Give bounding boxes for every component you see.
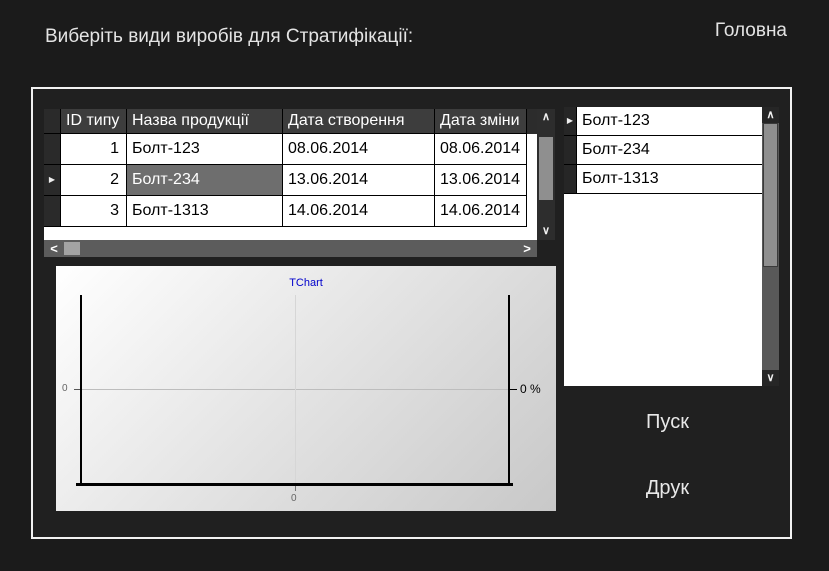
- chart-left-axis: [80, 295, 82, 485]
- row-header[interactable]: ▶: [564, 107, 577, 136]
- page-title: Виберіть види виробів для Стратифікації:: [45, 26, 414, 47]
- row-header[interactable]: [44, 196, 61, 227]
- scroll-down-icon: ∨: [766, 372, 775, 384]
- row-header[interactable]: [564, 165, 577, 194]
- grid-vertical-scrollbar[interactable]: ∧ ∨: [537, 109, 555, 240]
- chart-bottom-tick: [295, 486, 296, 491]
- list-item[interactable]: Болт-1313: [564, 165, 762, 194]
- scroll-left-icon[interactable]: <: [47, 241, 61, 256]
- grid-horizontal-scrollbar[interactable]: < >: [44, 240, 537, 257]
- grid-header-filler: [527, 109, 537, 134]
- cell-created[interactable]: 08.06.2014: [283, 134, 435, 165]
- cell-id[interactable]: 3: [61, 196, 127, 227]
- chart-right-tick: [510, 389, 517, 390]
- chart-title: TChart: [289, 277, 323, 289]
- cell-created[interactable]: 13.06.2014: [283, 165, 435, 196]
- chart-left-tick: [74, 389, 80, 390]
- scroll-right-icon[interactable]: >: [520, 241, 534, 256]
- cell-modified[interactable]: 13.06.2014: [435, 165, 527, 196]
- selection-list-body: ▶ Болт-123 Болт-234 Болт-1313: [564, 107, 762, 386]
- cell-name[interactable]: Болт-123: [127, 134, 283, 165]
- start-button[interactable]: Пуск: [580, 411, 755, 434]
- list-item-label[interactable]: Болт-234: [577, 136, 762, 165]
- list-item-label[interactable]: Болт-1313: [577, 165, 762, 194]
- chart-right-axis-label: 0 %: [520, 382, 541, 396]
- current-row-marker-icon: ▶: [48, 175, 56, 184]
- home-button[interactable]: Головна: [715, 20, 787, 42]
- scroll-up-icon[interactable]: ∧: [537, 111, 555, 123]
- table-row[interactable]: 3 Болт-1313 14.06.2014 14.06.2014: [44, 196, 527, 227]
- row-header[interactable]: [564, 136, 577, 165]
- products-grid: ID типу Назва продукції Дата створення Д…: [44, 109, 555, 257]
- print-button[interactable]: Друк: [580, 477, 755, 500]
- table-row[interactable]: 1 Болт-123 08.06.2014 08.06.2014: [44, 134, 527, 165]
- cell-id[interactable]: 1: [61, 134, 127, 165]
- products-grid-header: ID типу Назва продукції Дата створення Д…: [44, 109, 537, 134]
- products-grid-rows: 1 Болт-123 08.06.2014 08.06.2014 ▶ 2 Бол…: [44, 134, 527, 227]
- cell-modified[interactable]: 14.06.2014: [435, 196, 527, 227]
- tchart-panel: TChart 0 0 % 0: [56, 266, 556, 511]
- column-header-modified[interactable]: Дата зміни: [435, 109, 527, 134]
- list-vertical-scrollbar[interactable]: ∧ ∨: [762, 107, 779, 386]
- list-item[interactable]: Болт-234: [564, 136, 762, 165]
- scroll-down-icon[interactable]: ∨: [537, 225, 555, 237]
- chart-left-axis-label: 0: [62, 383, 68, 394]
- cell-modified[interactable]: 08.06.2014: [435, 134, 527, 165]
- column-header-created[interactable]: Дата створення: [283, 109, 435, 134]
- column-header-name[interactable]: Назва продукції: [127, 109, 283, 134]
- products-grid-body: ID типу Назва продукції Дата створення Д…: [44, 109, 537, 240]
- cell-created[interactable]: 14.06.2014: [283, 196, 435, 227]
- table-row-selected[interactable]: ▶ 2 Болт-234 13.06.2014 13.06.2014: [44, 165, 527, 196]
- list-item-label[interactable]: Болт-123: [577, 107, 762, 136]
- row-header[interactable]: ▶: [44, 165, 61, 196]
- column-header-id[interactable]: ID типу: [61, 109, 127, 134]
- list-scroll-up-button[interactable]: ∧: [762, 107, 779, 123]
- list-vscrollbar-thumb[interactable]: [763, 123, 778, 267]
- row-header[interactable]: [44, 134, 61, 165]
- cell-name-selected[interactable]: Болт-234: [127, 165, 283, 196]
- cell-name[interactable]: Болт-1313: [127, 196, 283, 227]
- selection-list: ▶ Болт-123 Болт-234 Болт-1313 ∧ ∨: [564, 107, 779, 386]
- list-scroll-down-button[interactable]: ∨: [762, 370, 779, 386]
- scroll-up-icon: ∧: [766, 109, 775, 121]
- list-item[interactable]: ▶ Болт-123: [564, 107, 762, 136]
- chart-right-axis: [508, 295, 510, 485]
- cell-id[interactable]: 2: [61, 165, 127, 196]
- chart-gridline-vertical: [295, 295, 296, 483]
- grid-corner-cell[interactable]: [44, 109, 61, 134]
- current-row-marker-icon: ▶: [566, 116, 574, 125]
- chart-bottom-axis-label: 0: [291, 493, 297, 504]
- grid-vscrollbar-thumb[interactable]: [539, 137, 553, 200]
- grid-hscrollbar-thumb[interactable]: [64, 242, 80, 255]
